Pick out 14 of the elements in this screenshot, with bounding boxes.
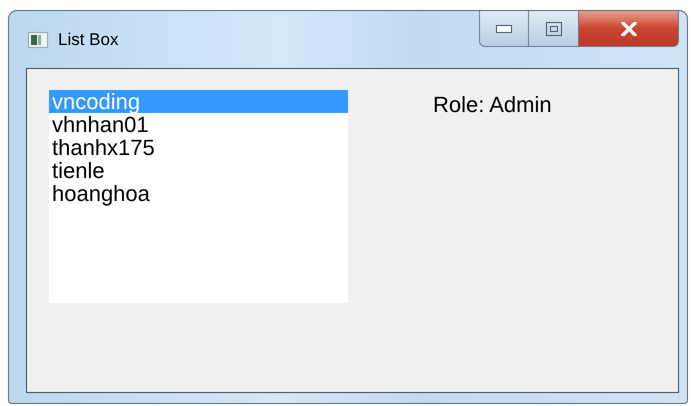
- close-icon: [620, 22, 638, 36]
- list-item[interactable]: vhnhan01: [49, 113, 348, 136]
- list-item[interactable]: hoanghoa: [49, 182, 348, 205]
- app-icon: [28, 32, 48, 48]
- list-box[interactable]: vncoding vhnhan01 thanhx175 tienle hoanghoa: [49, 90, 348, 303]
- minimize-icon: [496, 24, 512, 32]
- window-title: List Box: [58, 30, 118, 50]
- maximize-icon: [546, 22, 562, 36]
- role-label: Role: Admin: [433, 92, 552, 118]
- list-item[interactable]: thanhx175: [49, 136, 348, 159]
- list-item[interactable]: tienle: [49, 159, 348, 182]
- minimize-button[interactable]: [479, 11, 529, 47]
- maximize-button[interactable]: [529, 11, 579, 47]
- close-button[interactable]: [579, 11, 679, 47]
